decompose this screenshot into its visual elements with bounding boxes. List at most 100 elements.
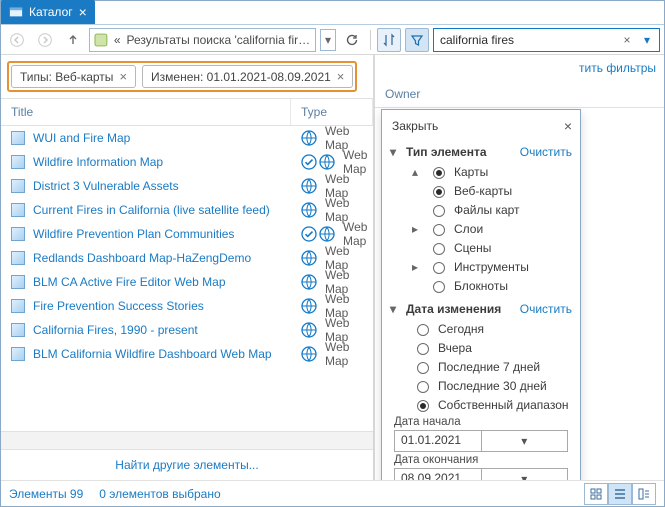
search-box[interactable]: × ▾ [433,28,660,52]
item-title: BLM California Wildfire Dashboard Web Ma… [33,347,272,361]
column-owner[interactable]: Owner [375,81,430,107]
filter-close-label[interactable]: Закрыть [392,119,438,133]
chip-types-close-icon[interactable]: × [119,69,127,84]
opt-notebooks[interactable]: Блокноты [388,276,574,295]
table-row[interactable]: Wildfire Information MapWeb Map [1,150,373,174]
radio-tools[interactable] [433,262,445,274]
cell-title: BLM CA Active Fire Editor Web Map [1,275,291,289]
opt-scenes[interactable]: Сцены [388,238,574,257]
table-row[interactable]: Redlands Dashboard Map-HaZengDemoWeb Map [1,246,373,270]
opt-last7[interactable]: Последние 7 дней [388,357,574,376]
view-list-button[interactable] [608,483,632,505]
opt-layers[interactable]: ▸Слои [388,219,574,238]
webmap-icon [11,251,25,265]
results-list[interactable]: WUI and Fire MapWeb MapWildfire Informat… [1,126,373,431]
radio-maps[interactable] [433,167,445,179]
status-bar: Элементы 99 0 элементов выбрано [1,480,664,506]
tab-label: Каталог [29,5,73,19]
webmap-icon [11,275,25,289]
date-start-input[interactable]: 01.01.2021▾ [394,430,568,452]
view-detail-button[interactable] [632,483,656,505]
table-row[interactable]: BLM CA Active Fire Editor Web MapWeb Map [1,270,373,294]
catalog-window: Каталог × « Результаты поиска 'californi… [0,0,665,507]
radio-today[interactable] [417,324,429,336]
opt-today[interactable]: Сегодня [388,319,574,338]
chip-modified[interactable]: Изменен: 01.01.2021-08.09.2021 × [142,65,353,88]
opt-tools[interactable]: ▸Инструменты [388,257,574,276]
breadcrumb-dropdown[interactable]: ▾ [320,29,336,51]
radio-map-files[interactable] [433,205,445,217]
table-row[interactable]: Current Fires in California (live satell… [1,198,373,222]
chip-modified-close-icon[interactable]: × [337,69,345,84]
cell-title: BLM California Wildfire Dashboard Web Ma… [1,347,291,361]
table-row[interactable]: District 3 Vulnerable AssetsWeb Map [1,174,373,198]
breadcrumb[interactable]: « Результаты поиска 'california fires' [89,28,316,52]
opt-map-files[interactable]: Файлы карт [388,200,574,219]
filter-button[interactable] [405,28,429,52]
cell-title: Fire Prevention Success Stories [1,299,291,313]
globe-icon [301,250,317,266]
radio-notebooks[interactable] [433,281,445,293]
column-title[interactable]: Title [1,99,291,125]
authoritative-icon [301,154,317,170]
toolbar: « Результаты поиска 'california fires' ▾… [1,25,664,55]
opt-maps[interactable]: ▴Карты [388,162,574,181]
table-row[interactable]: California Fires, 1990 - presentWeb Map [1,318,373,342]
opt-custom[interactable]: Собственный диапазон [388,395,574,414]
radio-custom[interactable] [417,400,429,412]
date-end-input[interactable]: 08.09.2021▾ [394,468,568,480]
filter-close-icon[interactable]: × [564,118,572,134]
caret-right-icon: ▸ [412,222,422,236]
opt-web-maps[interactable]: Веб-карты [388,181,574,200]
section-date-modified-header[interactable]: ▾ Дата изменения Очистить [388,299,574,319]
nav-forward-button[interactable] [33,28,57,52]
radio-last7[interactable] [417,362,429,374]
tab-catalog[interactable]: Каталог × [1,0,95,24]
radio-scenes[interactable] [433,243,445,255]
radio-last30[interactable] [417,381,429,393]
find-more-link[interactable]: Найти другие элементы... [1,449,373,480]
section-date-modified-clear[interactable]: Очистить [520,302,572,316]
cell-title: Redlands Dashboard Map-HaZengDemo [1,251,291,265]
breadcrumb-prefix: « [114,33,121,47]
list-icon [614,488,626,500]
authoritative-icon [301,226,317,242]
item-title: California Fires, 1990 - present [33,323,198,337]
refresh-button[interactable] [340,28,364,52]
cell-title: Wildfire Prevention Plan Communities [1,227,291,241]
selection-count: 0 элементов выбрано [99,487,220,501]
section-item-type-header[interactable]: ▾ Тип элемента Очистить [388,142,574,162]
clear-search-icon[interactable]: × [619,32,635,48]
table-row[interactable]: BLM California Wildfire Dashboard Web Ma… [1,342,373,366]
nav-back-button[interactable] [5,28,29,52]
opt-last30[interactable]: Последние 30 дней [388,376,574,395]
caret-right-icon: ▸ [412,260,422,274]
search-input[interactable] [438,32,615,48]
section-item-type-label: Тип элемента [406,145,487,159]
table-row[interactable]: Wildfire Prevention Plan CommunitiesWeb … [1,222,373,246]
view-grid-button[interactable] [584,483,608,505]
dropdown-icon[interactable]: ▾ [481,469,568,480]
horizontal-scrollbar[interactable] [1,431,373,449]
table-row[interactable]: WUI and Fire MapWeb Map [1,126,373,150]
section-item-type: ▾ Тип элемента Очистить ▴Карты Веб-карты… [386,140,576,297]
table-row[interactable]: Fire Prevention Success StoriesWeb Map [1,294,373,318]
dropdown-icon[interactable]: ▾ [481,431,568,451]
radio-layers[interactable] [433,224,445,236]
search-dropdown-icon[interactable]: ▾ [639,32,655,48]
view-switcher [584,483,656,505]
opt-yesterday[interactable]: Вчера [388,338,574,357]
arrow-left-icon [10,33,24,47]
filter-chips-highlight: Типы: Веб-карты × Изменен: 01.01.2021-08… [7,61,357,92]
clear-filters-partial[interactable]: тить фильтры [375,55,664,81]
column-type[interactable]: Type [291,99,373,125]
nav-up-button[interactable] [61,28,85,52]
chip-types[interactable]: Типы: Веб-карты × [11,65,136,88]
radio-web-maps[interactable] [433,186,445,198]
tab-close-icon[interactable]: × [79,5,87,19]
filter-panel: Закрыть × ▾ Тип элемента Очистить ▴Карты… [381,109,581,480]
section-item-type-clear[interactable]: Очистить [520,145,572,159]
globe-icon [319,154,335,170]
radio-yesterday[interactable] [417,343,429,355]
sort-button[interactable] [377,28,401,52]
